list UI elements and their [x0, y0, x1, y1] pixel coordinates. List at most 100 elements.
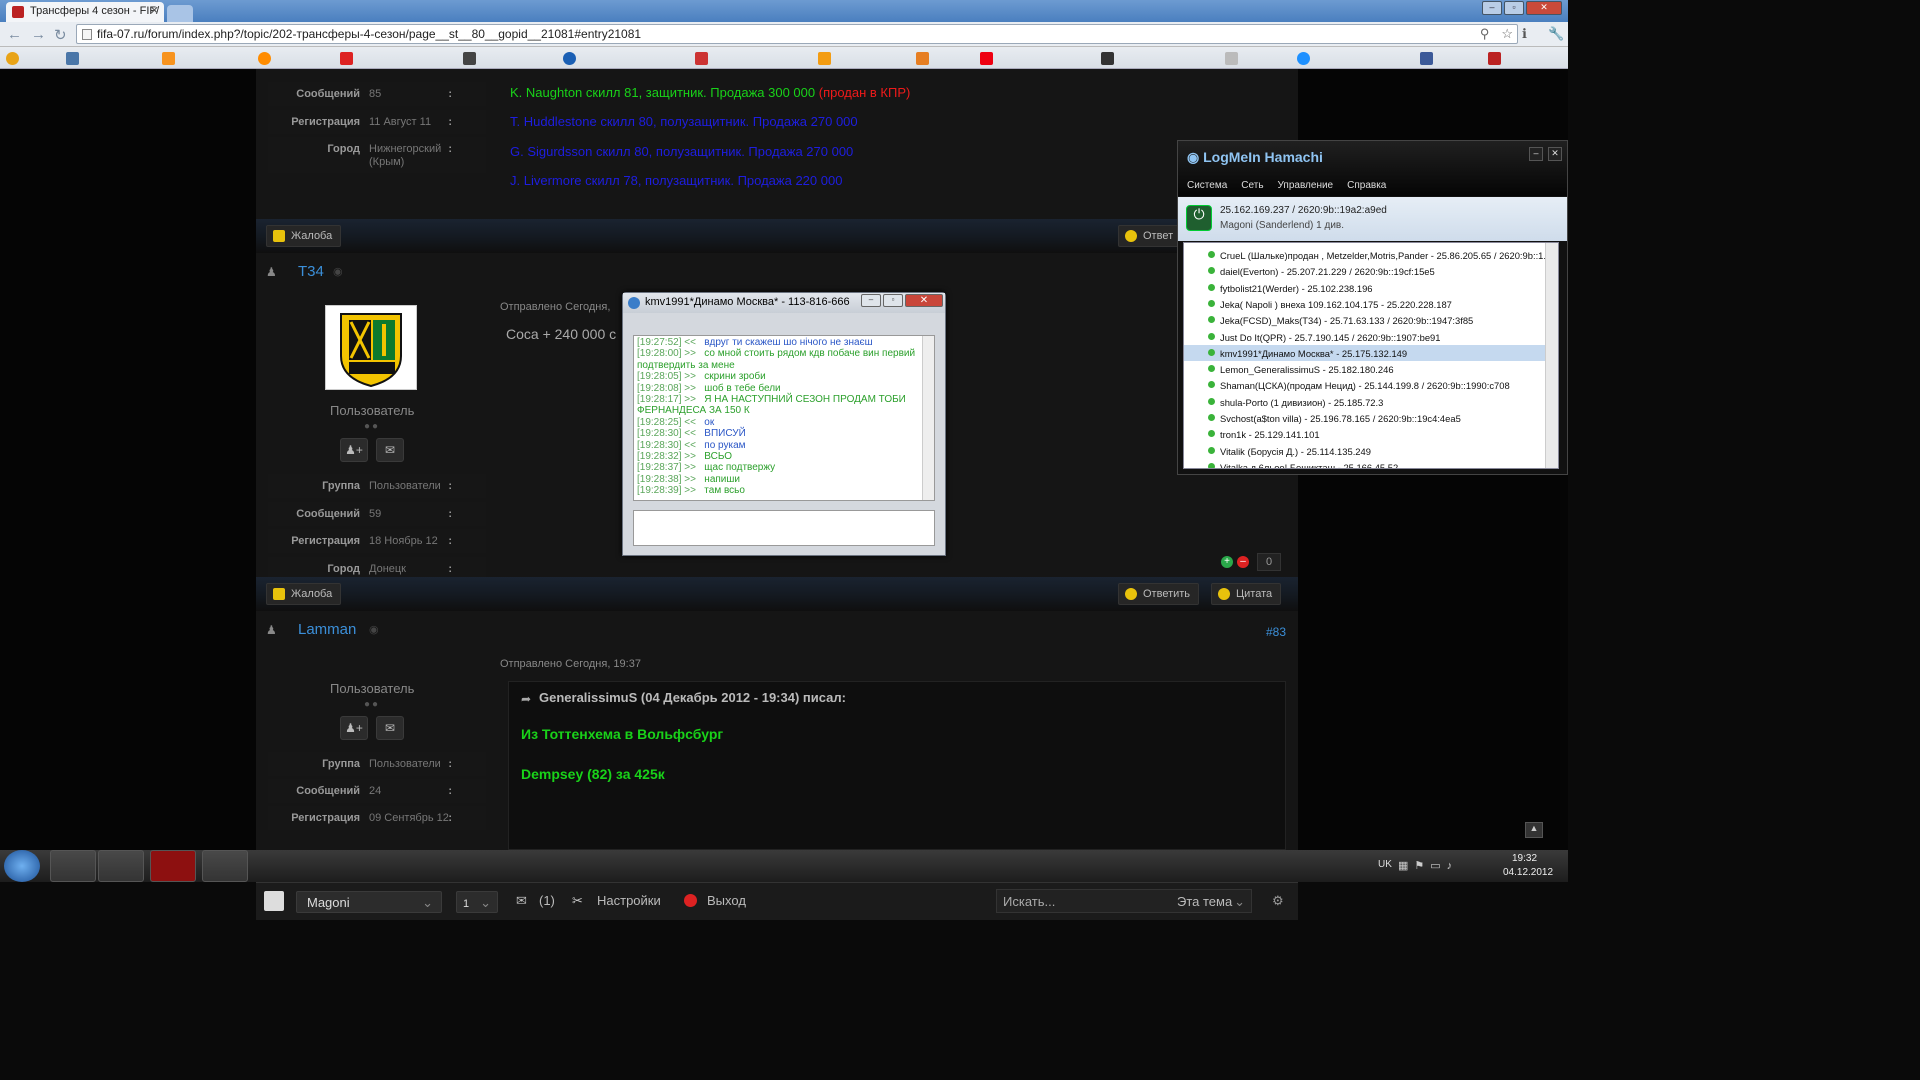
peer-item[interactable]: kmv1991*Динамо Москва* - 25.175.132.149: [1184, 344, 1546, 361]
language-indicator[interactable]: UK: [1378, 859, 1392, 870]
bookmark-item[interactable]: [340, 51, 353, 65]
peer-label: Jeka( Napoli ) внеха 109.162.104.175 - 2…: [1220, 298, 1452, 310]
bookmark-item[interactable]: [1225, 51, 1238, 65]
send-message-button[interactable]: ✉: [376, 438, 404, 462]
scrollbar[interactable]: [1545, 243, 1558, 468]
address-bar[interactable]: fifa-07.ru/forum/index.php?/topic/202-тр…: [76, 24, 1518, 44]
peer-item[interactable]: Just Do It(QPR) - 25.7.190.145 / 2620:9b…: [1184, 329, 1546, 345]
logout-link[interactable]: Выход: [707, 893, 746, 908]
scroll-top-button[interactable]: ▲: [1525, 822, 1543, 838]
minimize-icon[interactable]: –: [861, 294, 881, 307]
chat-titlebar[interactable]: kmv1991*Динамо Москва* - 113-816-666 – ▫…: [623, 293, 945, 313]
wrench-icon[interactable]: 🔧: [1548, 26, 1564, 42]
bookmark-item[interactable]: [980, 51, 993, 65]
bookmark-item[interactable]: [1101, 51, 1114, 65]
menu-manage[interactable]: Управление: [1278, 180, 1334, 191]
online-status-icon: [1208, 462, 1215, 468]
user-menu[interactable]: Magoni ⌄: [296, 891, 442, 913]
tab-close-icon[interactable]: ✕: [150, 4, 159, 17]
hamachi-taskbar-icon[interactable]: [98, 850, 144, 882]
menu-network[interactable]: Сеть: [1241, 180, 1263, 191]
bookmark-item[interactable]: [1420, 51, 1433, 65]
notification-count[interactable]: 1 ⌄: [456, 891, 498, 913]
complaint-button[interactable]: Жалоба: [266, 225, 342, 247]
minimize-icon[interactable]: –: [1529, 147, 1543, 161]
window-close-icon[interactable]: ✕: [1548, 147, 1562, 161]
quote-block: ➦ GeneralissimuS (04 Декабрь 2012 - 19:3…: [508, 681, 1286, 850]
search-input[interactable]: Искать... Эта тема ⌄: [996, 889, 1252, 913]
complaint-button[interactable]: Жалоба: [266, 583, 342, 605]
minimize-icon[interactable]: –: [1482, 1, 1502, 15]
reply-button[interactable]: Ответ: [1118, 225, 1183, 247]
add-friend-button[interactable]: ♟+: [340, 716, 368, 740]
bookmark-item[interactable]: [66, 51, 79, 65]
reply-button[interactable]: Ответить: [1118, 583, 1200, 605]
quote-button[interactable]: Цитата: [1211, 583, 1282, 605]
post-number[interactable]: #83: [1266, 625, 1286, 639]
peer-item[interactable]: Shaman(ЦСКА)(продам Нецид) - 25.144.199.…: [1184, 377, 1546, 393]
power-icon[interactable]: ⏻: [1186, 205, 1212, 231]
tab-title: Трансферы 4 сезон - FIF/: [30, 5, 160, 17]
hamachi-window[interactable]: ◉ LogMeIn Hamachi – ✕ Система Сеть Управ…: [1177, 140, 1568, 475]
envelope-icon[interactable]: ✉: [516, 893, 527, 909]
search-icon[interactable]: ⚲: [1480, 26, 1490, 42]
own-name: Magoni (Sanderlend) 1 див.: [1220, 220, 1345, 231]
messages-count[interactable]: (1): [539, 893, 555, 908]
add-friend-button[interactable]: ♟+: [340, 438, 368, 462]
bookmark-item[interactable]: [1297, 51, 1310, 65]
maximize-icon[interactable]: ▫: [1504, 1, 1524, 15]
scrollbar[interactable]: [922, 336, 934, 500]
new-tab-button[interactable]: [167, 5, 193, 22]
search-scope[interactable]: Эта тема: [1177, 894, 1232, 909]
bookmark-item[interactable]: [6, 51, 19, 65]
bookmark-item[interactable]: [463, 51, 476, 65]
bookmark-item[interactable]: [563, 51, 576, 65]
chat-text: скрини зроби: [704, 371, 766, 383]
bookmark-item[interactable]: [695, 51, 708, 65]
menu-help[interactable]: Справка: [1347, 180, 1386, 191]
peer-item[interactable]: shula-Porto (1 дивизион) - 25.185.72.3: [1184, 394, 1546, 410]
forward-icon[interactable]: →: [31, 26, 46, 43]
back-icon[interactable]: ←: [7, 26, 22, 43]
reload-icon[interactable]: ↻: [54, 26, 67, 44]
bookmark-item[interactable]: [162, 51, 175, 65]
browser-tab-active[interactable]: Трансферы 4 сезон - FIF/ ✕: [6, 2, 164, 22]
peer-item[interactable]: Vitalka д 6льоо! Бешикташ - 25.166.45.52: [1184, 459, 1546, 468]
peer-item[interactable]: CrueL (Шальке)продан , Metzelder,Motris,…: [1184, 247, 1546, 263]
post-date: Отправлено Сегодня, 19:37: [500, 658, 641, 670]
post-username[interactable]: T34: [298, 263, 324, 280]
bookmark-item[interactable]: [1488, 51, 1501, 65]
maximize-icon[interactable]: ▫: [883, 294, 903, 307]
extension-icon[interactable]: ℹ: [1522, 26, 1527, 42]
window-close-icon[interactable]: ✕: [905, 294, 943, 307]
start-button[interactable]: [4, 850, 40, 882]
chat-window[interactable]: kmv1991*Динамо Москва* - 113-816-666 – ▫…: [622, 292, 946, 556]
peer-item[interactable]: Jeka( Napoli ) внеха 109.162.104.175 - 2…: [1184, 296, 1546, 312]
rep-minus-icon[interactable]: –: [1237, 556, 1249, 568]
window-close-icon[interactable]: ✕: [1526, 1, 1562, 15]
settings-link[interactable]: Настройки: [597, 893, 661, 908]
peer-item[interactable]: Lemon_GeneralissimuS - 25.182.180.246: [1184, 361, 1546, 377]
gear-icon[interactable]: ⚙: [1272, 893, 1284, 909]
chat-input[interactable]: [633, 510, 935, 546]
peer-item[interactable]: Vitalik (Борусія Д.) - 25.114.135.249: [1184, 443, 1546, 459]
tray-icons[interactable]: ▦⚑▭♪: [1398, 859, 1458, 872]
bookmark-item[interactable]: [916, 51, 929, 65]
chrome-taskbar-icon[interactable]: [202, 850, 248, 882]
clock-date[interactable]: 04.12.2012: [1503, 867, 1553, 878]
clock-time[interactable]: 19:32: [1512, 853, 1537, 864]
explorer-icon[interactable]: [50, 850, 96, 882]
bookmark-item[interactable]: [258, 51, 271, 65]
peer-item[interactable]: Jeka(FCSD)_Maks(T34) - 25.71.63.133 / 26…: [1184, 312, 1546, 328]
peer-item[interactable]: Svchost(a$ton villa) - 25.196.78.165 / 2…: [1184, 410, 1546, 426]
peer-item[interactable]: tron1k - 25.129.141.101: [1184, 426, 1546, 442]
fifa-taskbar-icon[interactable]: [150, 850, 196, 882]
star-icon[interactable]: ☆: [1501, 26, 1513, 42]
send-message-button[interactable]: ✉: [376, 716, 404, 740]
rep-plus-icon[interactable]: +: [1221, 556, 1233, 568]
peer-item[interactable]: daiel(Everton) - 25.207.21.229 / 2620:9b…: [1184, 263, 1546, 279]
peer-item[interactable]: fytbolist21(Werder) - 25.102.238.196: [1184, 280, 1546, 296]
menu-system[interactable]: Система: [1187, 180, 1227, 191]
bookmark-item[interactable]: [818, 51, 831, 65]
post-username[interactable]: Lamman: [298, 621, 356, 638]
